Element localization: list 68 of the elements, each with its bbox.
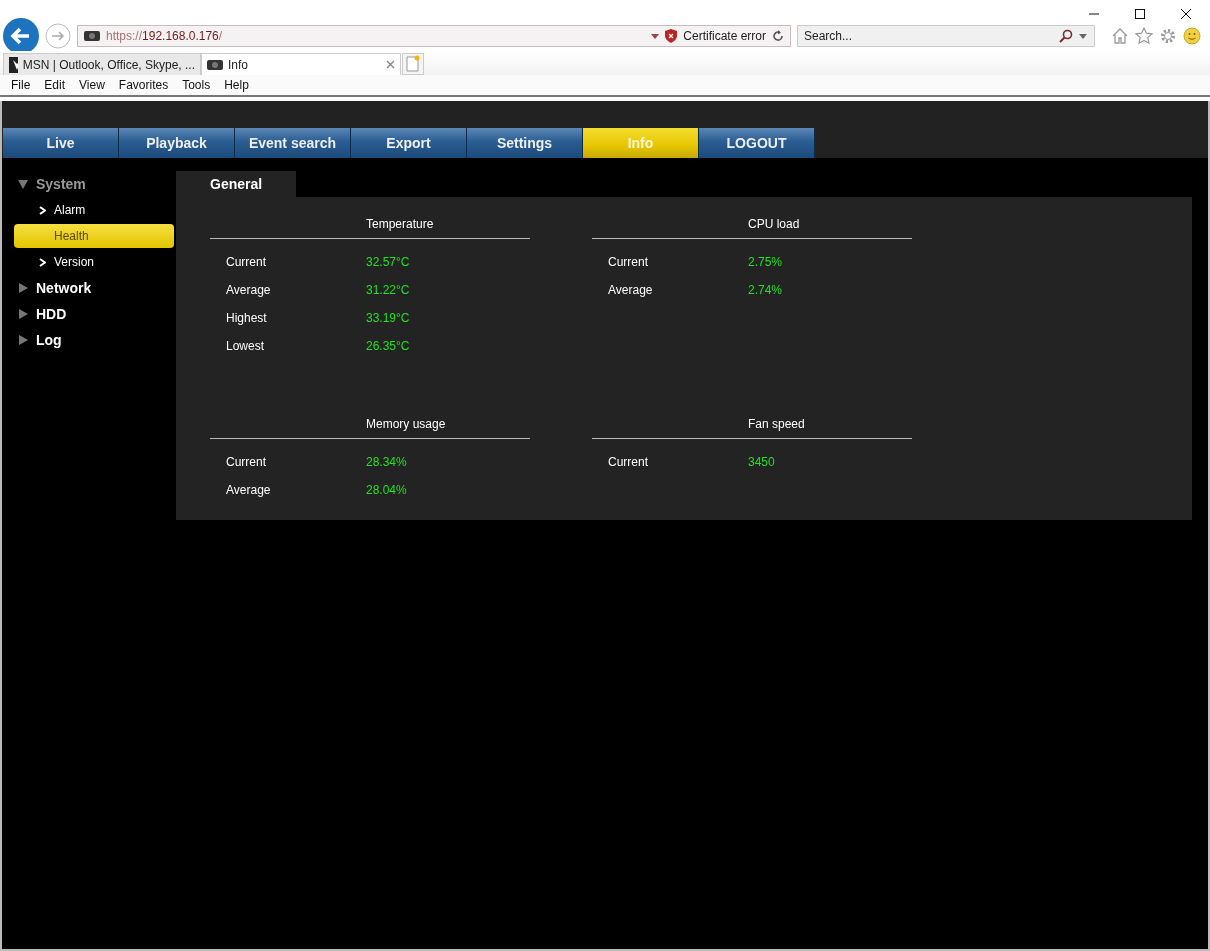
nav-tab[interactable]: Event search bbox=[235, 128, 351, 158]
sidebar-subitem[interactable]: Alarm bbox=[14, 197, 174, 223]
section-title: Temperature bbox=[365, 217, 435, 233]
stat-value: 2.75% bbox=[748, 255, 783, 269]
nav-tab[interactable]: Live bbox=[3, 128, 119, 158]
sidebar-item[interactable]: System bbox=[36, 176, 86, 192]
sidebar-subitem[interactable]: Version bbox=[14, 249, 174, 275]
stat-value: 28.34% bbox=[366, 455, 407, 469]
sidebar-subitem[interactable]: Health bbox=[14, 224, 174, 248]
section-title: Fan speed bbox=[747, 417, 806, 433]
nav-tab[interactable]: LOGOUT bbox=[699, 128, 815, 158]
sidebar-item[interactable]: Network bbox=[36, 280, 92, 296]
shield-error-icon bbox=[665, 29, 678, 43]
search-icon[interactable] bbox=[1059, 29, 1073, 43]
close-icon[interactable] bbox=[1180, 8, 1192, 20]
stat-label: Average bbox=[225, 283, 272, 297]
address-bar[interactable]: https://192.168.0.176/ Certificate error bbox=[77, 25, 791, 47]
menu-item[interactable]: Tools bbox=[182, 78, 211, 92]
stat-label: Current bbox=[607, 255, 649, 269]
stat-label: Current bbox=[225, 455, 267, 469]
section-title: Memory usage bbox=[365, 417, 447, 433]
dropdown-icon[interactable] bbox=[1079, 34, 1087, 39]
star-icon[interactable] bbox=[1135, 27, 1153, 45]
stat-value: 3450 bbox=[748, 455, 775, 469]
nav-tab[interactable]: Playback bbox=[119, 128, 235, 158]
section-title: CPU load bbox=[747, 217, 801, 233]
stat-label: Lowest bbox=[225, 339, 266, 353]
menu-item[interactable]: Help bbox=[224, 78, 249, 92]
expanded-triangle-icon[interactable] bbox=[18, 179, 28, 189]
camera-icon bbox=[207, 58, 223, 71]
stat-value: 2.74% bbox=[748, 283, 783, 297]
stat-label: Highest bbox=[225, 311, 268, 325]
sidebar-item[interactable]: HDD bbox=[36, 306, 67, 322]
stat-label: Current bbox=[607, 455, 649, 469]
stat-label: Average bbox=[225, 483, 272, 497]
nav-tab[interactable]: Settings bbox=[467, 128, 583, 158]
browser-tab[interactable]: MSN | Outlook, Office, Skype, ... bbox=[3, 53, 201, 75]
menu-item[interactable]: View bbox=[79, 78, 105, 92]
menu-item[interactable]: Favorites bbox=[118, 78, 169, 92]
dropdown-icon[interactable] bbox=[651, 33, 660, 39]
collapsed-triangle-icon[interactable] bbox=[18, 335, 28, 345]
camera-icon bbox=[84, 30, 100, 42]
stat-value: 33.19°C bbox=[366, 311, 410, 325]
maximize-icon[interactable] bbox=[1134, 8, 1146, 20]
stat-value: 28.04% bbox=[366, 483, 407, 497]
stat-value: 32.57°C bbox=[366, 255, 410, 269]
gear-icon[interactable] bbox=[1159, 27, 1177, 45]
collapsed-triangle-icon[interactable] bbox=[18, 309, 28, 319]
stat-label: Average bbox=[607, 283, 654, 297]
stat-value: 26.35°C bbox=[366, 339, 410, 353]
home-icon[interactable] bbox=[1111, 27, 1129, 45]
smiley-icon[interactable] bbox=[1183, 27, 1201, 45]
stat-value: 31.22°C bbox=[366, 283, 410, 297]
chevron-right-icon bbox=[39, 205, 46, 215]
back-icon[interactable] bbox=[3, 18, 39, 54]
panel-tab[interactable]: General bbox=[176, 171, 296, 197]
nav-tab[interactable]: Export bbox=[351, 128, 467, 158]
search-field[interactable]: Search... bbox=[797, 25, 1095, 47]
browser-tab[interactable]: Info bbox=[201, 53, 401, 75]
stat-label: Current bbox=[225, 255, 267, 269]
certificate-error[interactable]: Certificate error bbox=[683, 29, 766, 43]
refresh-icon[interactable] bbox=[772, 30, 784, 42]
menu-item[interactable]: Edit bbox=[44, 78, 66, 92]
collapsed-triangle-icon[interactable] bbox=[18, 283, 28, 293]
menu-item[interactable]: File bbox=[11, 78, 31, 92]
url-text: https://192.168.0.176/ bbox=[106, 29, 223, 43]
chevron-right-icon bbox=[39, 257, 46, 267]
sidebar-item[interactable]: Log bbox=[36, 332, 62, 348]
